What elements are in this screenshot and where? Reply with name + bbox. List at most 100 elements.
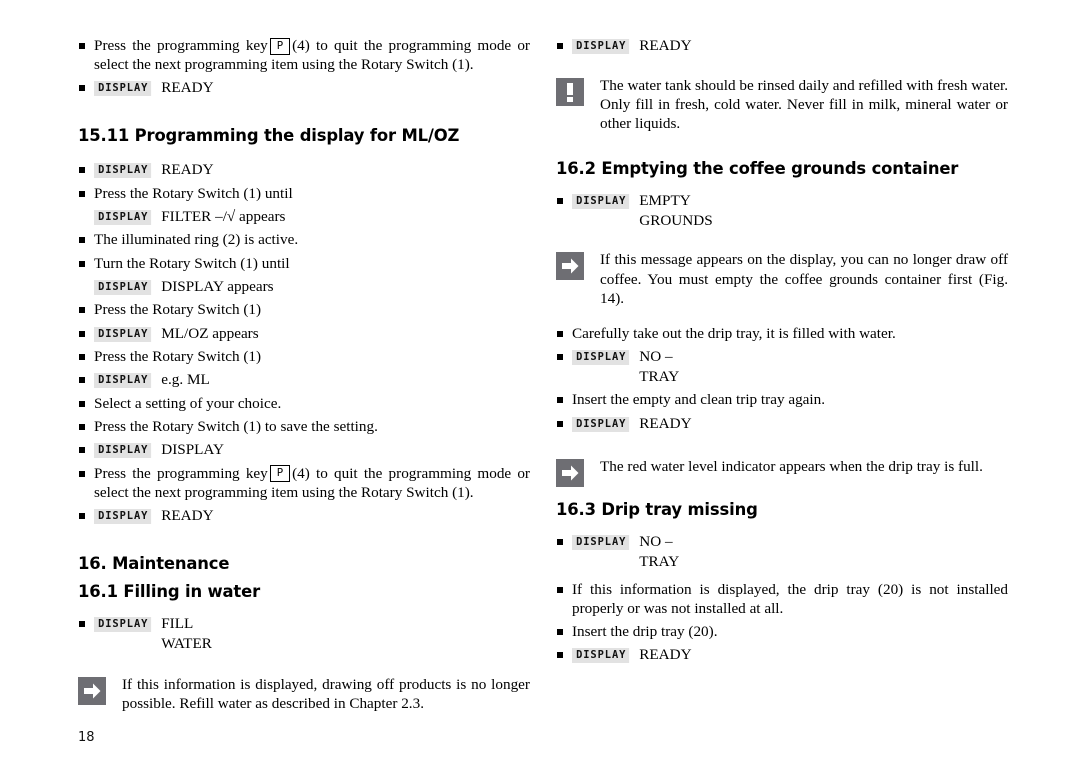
- square-bullet: [79, 513, 85, 520]
- display-row: DISPLAY NO – TRAY: [556, 532, 1008, 571]
- arrow-right-icon: [556, 459, 584, 488]
- display-value: FILL WATER: [161, 614, 212, 652]
- item-text: Press the programming key: [94, 464, 268, 482]
- square-bullet: [79, 43, 85, 49]
- note-text: If this message appears on the display, …: [600, 251, 1008, 307]
- display-value: DISPLAY appears: [161, 277, 274, 295]
- display-value: FILTER –/√ appears: [161, 207, 286, 225]
- square-bullet: [79, 424, 85, 431]
- p-key-icon: P: [269, 37, 291, 55]
- note-refill-water: If this information is displayed, drawin…: [78, 675, 530, 713]
- display-badge: DISPLAY: [94, 616, 152, 632]
- square-bullet: [79, 330, 85, 337]
- arrow-right-icon: [78, 677, 106, 706]
- list-item: Press the Rotary Switch (1): [78, 300, 530, 319]
- square-bullet: [557, 354, 563, 361]
- display-value: READY: [161, 507, 214, 525]
- page-heading-16-1: 16.1 Filling in water: [78, 581, 261, 601]
- display-row: DISPLAY READY: [556, 645, 1008, 665]
- square-bullet: [557, 397, 563, 404]
- display-badge: DISPLAY: [572, 39, 630, 54]
- display-value: READY: [639, 37, 692, 54]
- square-bullet: [557, 331, 563, 337]
- list-item: Carefully take out the drip tray, it is …: [556, 324, 1008, 343]
- display-badge: DISPLAY: [572, 648, 630, 664]
- item-text: Turn the Rotary Switch (1) until: [94, 254, 290, 272]
- display-badge: DISPLAY: [572, 416, 630, 432]
- square-bullet: [79, 620, 85, 627]
- page-heading-16-3: 16.3 Drip tray missing: [556, 500, 758, 520]
- square-bullet: [79, 190, 85, 197]
- p-key-icon: P: [269, 465, 291, 483]
- right-column: DISPLAY READY The water tank should be r…: [556, 36, 1008, 669]
- list-item: Press the Rotary Switch (1) to save the …: [78, 417, 530, 436]
- display-badge: DISPLAY: [572, 194, 630, 210]
- square-bullet: [79, 470, 85, 477]
- item-text: Press the Rotary Switch (1) until: [94, 184, 293, 202]
- list-item: Press the Rotary Switch (1): [78, 347, 530, 366]
- list-item: If this information is displayed, the dr…: [556, 580, 1008, 618]
- display-badge: DISPLAY: [94, 81, 152, 97]
- display-row: DISPLAY READY: [78, 160, 530, 180]
- note-water-tank: The water tank should be rinsed daily an…: [556, 76, 1008, 134]
- item-text: The illuminated ring (2) is active.: [94, 231, 299, 249]
- display-row-sub: DISPLAY FILTER –/√ appears: [78, 207, 530, 227]
- square-bullet: [557, 198, 563, 205]
- display-badge: DISPLAY: [94, 509, 152, 525]
- page-number: 18: [78, 730, 95, 745]
- square-bullet: [79, 377, 85, 384]
- display-value: EMPTY GROUNDS: [639, 192, 713, 229]
- display-value: READY: [161, 79, 214, 97]
- display-badge: DISPLAY: [94, 279, 152, 295]
- item-text: Insert the empty and clean trip tray aga…: [572, 391, 826, 409]
- exclamation-icon: [556, 77, 584, 106]
- item-text: Press the Rotary Switch (1): [94, 348, 262, 366]
- display-value: e.g. ML: [161, 371, 210, 389]
- item-text: Carefully take out the drip tray, it is …: [572, 325, 896, 342]
- square-bullet: [79, 167, 85, 173]
- square-bullet: [557, 586, 563, 593]
- note-red-indicator: The red water level indicator appears wh…: [556, 457, 1008, 488]
- list-item: Insert the empty and clean trip tray aga…: [556, 390, 1008, 409]
- note-text: The red water level indicator appears wh…: [600, 458, 983, 476]
- display-row: DISPLAY NO – TRAY: [556, 347, 1008, 386]
- display-badge: DISPLAY: [94, 443, 152, 459]
- item-text: Press the Rotary Switch (1): [94, 301, 262, 319]
- display-row: DISPLAY e.g. ML: [78, 370, 530, 390]
- note-empty-container: If this message appears on the display, …: [556, 250, 1008, 308]
- display-row: DISPLAY READY: [556, 414, 1008, 434]
- arrow-right-icon: [556, 252, 584, 281]
- square-bullet: [79, 447, 85, 454]
- list-item: Select a setting of your choice.: [78, 394, 530, 413]
- manual-page: Press the programming key P (4) to quit th…: [0, 0, 1080, 760]
- item-text: If this information is displayed, the dr…: [572, 580, 1008, 617]
- square-bullet: [79, 354, 85, 361]
- display-row: DISPLAY DISPLAY: [78, 440, 530, 460]
- item-text: Select a setting of your choice.: [94, 394, 282, 412]
- square-bullet: [557, 652, 563, 659]
- note-text: If this information is displayed, drawin…: [122, 676, 530, 713]
- display-row: DISPLAY READY: [78, 78, 530, 98]
- display-row: DISPLAY EMPTY GROUNDS: [556, 191, 1008, 230]
- item-text: Insert the drip tray (20).: [572, 622, 718, 640]
- list-item: The illuminated ring (2) is active.: [78, 230, 530, 249]
- display-value: DISPLAY: [161, 441, 224, 459]
- left-column: Press the programming key P (4) to quit th…: [78, 36, 530, 714]
- display-badge: DISPLAY: [572, 350, 630, 366]
- list-item: Turn the Rotary Switch (1) until: [78, 254, 530, 273]
- square-bullet: [79, 260, 85, 267]
- display-value: NO – TRAY: [639, 348, 680, 385]
- square-bullet: [79, 237, 85, 244]
- page-heading-15-11: 15.11 Programming the display for ML/OZ: [78, 126, 460, 145]
- display-value: NO – TRAY: [639, 533, 680, 570]
- list-item: Insert the drip tray (20).: [556, 622, 1008, 641]
- display-row: DISPLAY FILL WATER: [78, 614, 530, 653]
- list-item: Press the programming key P (4) to quit th…: [78, 36, 530, 74]
- list-item: Press the Rotary Switch (1) until: [78, 184, 530, 203]
- display-badge: DISPLAY: [94, 326, 152, 342]
- square-bullet: [557, 628, 563, 635]
- display-row-sub: DISPLAY DISPLAY appears: [78, 277, 530, 297]
- display-value: READY: [161, 161, 214, 178]
- display-badge: DISPLAY: [572, 535, 630, 551]
- square-bullet: [79, 400, 85, 407]
